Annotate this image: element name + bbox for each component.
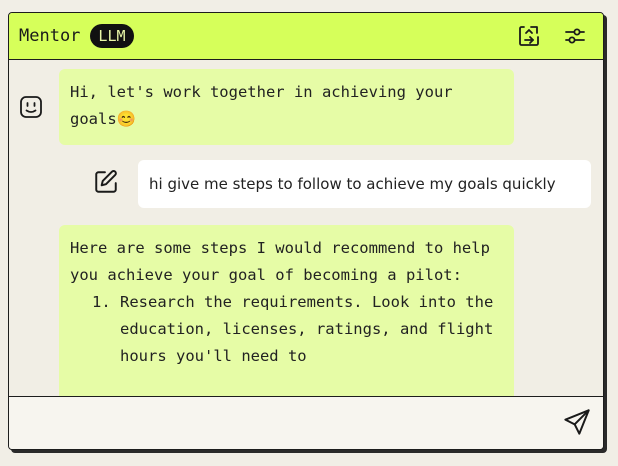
chat-window: Mentor LLM Hi, let's work together in ac… <box>8 12 604 450</box>
message-input[interactable] <box>17 405 551 441</box>
app-title: Mentor <box>19 26 81 46</box>
user-message: hi give me steps to follow to achieve my… <box>138 160 591 208</box>
bot-reply: Here are some steps I would recommend to… <box>59 225 514 396</box>
edit-icon[interactable] <box>93 169 119 195</box>
smile-emoji-icon: 😊 <box>116 110 136 128</box>
swap-icon[interactable] <box>517 24 541 48</box>
bot-message: Hi, let's work together in achieving you… <box>59 69 514 145</box>
message-list[interactable]: Hi, let's work together in achieving you… <box>9 61 603 396</box>
steps-list: Research the requirements. Look into the… <box>70 289 503 370</box>
model-badge: LLM <box>90 24 134 48</box>
bot-face-icon <box>19 95 43 119</box>
bot-reply-intro: Here are some steps I would recommend to… <box>70 239 490 284</box>
chat-header: Mentor LLM <box>9 13 603 60</box>
list-item: Research the requirements. Look into the… <box>120 289 503 370</box>
send-icon[interactable] <box>563 408 591 436</box>
settings-sliders-icon[interactable] <box>563 24 587 48</box>
composer <box>9 396 603 449</box>
